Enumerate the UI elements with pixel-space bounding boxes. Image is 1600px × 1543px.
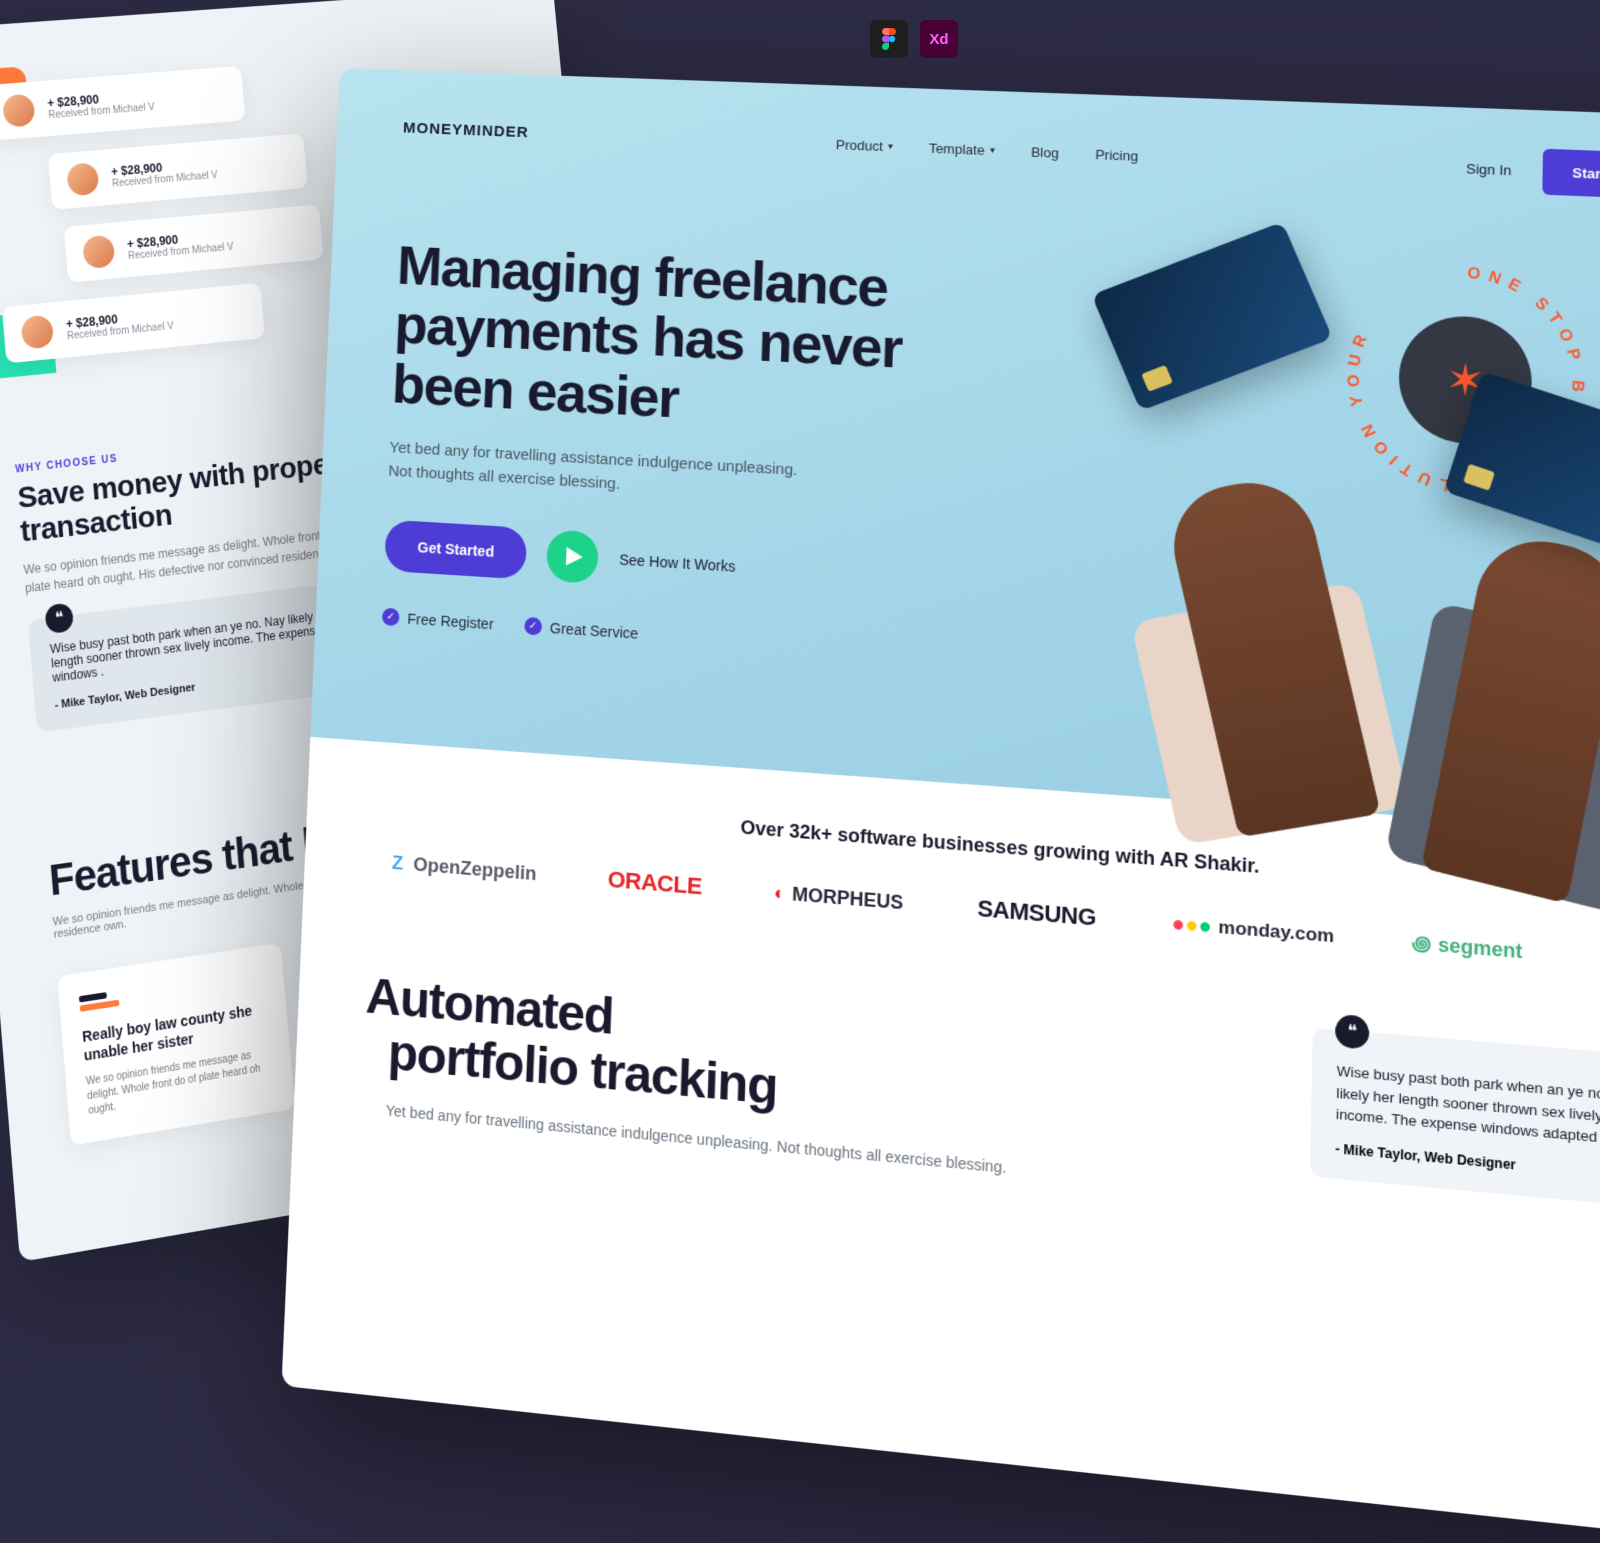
how-it-works-link[interactable]: See How It Works bbox=[619, 552, 736, 576]
xd-icon: Xd bbox=[920, 20, 958, 58]
logo-monday: ●●● monday.com bbox=[1171, 911, 1334, 949]
hero-title: Managing freelance payments has never be… bbox=[391, 236, 955, 443]
notification-card: + $28,900Received from Michael V bbox=[2, 283, 265, 364]
testimonial-card: ❝ Wise busy past both park when an ye no… bbox=[1310, 1027, 1600, 1209]
signin-link[interactable]: Sign In bbox=[1466, 161, 1512, 179]
hero-illustration: ✕ ✕✕ ✕ ✕ ONE STOP BANKING SOLUTION YOUR … bbox=[1009, 196, 1600, 843]
feature-card: Really boy law county she unable her sis… bbox=[57, 943, 295, 1146]
check-icon: ✓ bbox=[382, 608, 400, 627]
logo-openzeppelin: ZOpenZeppelin bbox=[392, 852, 537, 885]
figma-icon bbox=[870, 20, 908, 58]
brand-logo[interactable]: MONEYMINDER bbox=[403, 119, 529, 141]
nav-links: Product▾ Template▾ Blog Pricing bbox=[836, 137, 1139, 164]
avatar bbox=[20, 315, 54, 350]
credit-card-graphic bbox=[1091, 222, 1332, 411]
main-mockup: MONEYMINDER Product▾ Template▾ Blog Pric… bbox=[281, 68, 1600, 1543]
quote-icon: ❝ bbox=[1335, 1014, 1369, 1050]
design-tool-badges: Xd bbox=[870, 20, 958, 58]
nav-blog[interactable]: Blog bbox=[1031, 144, 1059, 161]
top-nav: MONEYMINDER Product▾ Template▾ Blog Pric… bbox=[402, 106, 1600, 199]
check-icon: ✓ bbox=[524, 617, 542, 636]
logo-morpheus: ◐MORPHEUS bbox=[774, 881, 904, 914]
get-started-button[interactable]: Get Started bbox=[384, 520, 528, 580]
nav-template[interactable]: Template▾ bbox=[929, 140, 995, 158]
quote-icon: ❝ bbox=[44, 602, 74, 634]
nav-pricing[interactable]: Pricing bbox=[1095, 147, 1138, 164]
avatar bbox=[82, 235, 115, 270]
notification-card: + $28,900Received from Michael V bbox=[0, 66, 246, 141]
start-free-button[interactable]: Start Free bbox=[1543, 149, 1600, 200]
logo-oracle: ORACLE bbox=[607, 866, 702, 901]
notification-card: + $28,900Received from Michael V bbox=[64, 204, 324, 282]
logo-segment: ꩜ segment bbox=[1411, 928, 1522, 965]
play-button[interactable] bbox=[546, 530, 599, 585]
chevron-down-icon: ▾ bbox=[990, 145, 995, 157]
hero-badges: ✓Free Register ✓Great Service bbox=[382, 608, 944, 662]
nav-product[interactable]: Product▾ bbox=[836, 137, 893, 155]
chevron-down-icon: ▾ bbox=[888, 141, 893, 153]
notification-card: + $28,900Received from Michael V bbox=[48, 133, 308, 210]
avatar bbox=[2, 94, 36, 128]
logo-samsung: SAMSUNG bbox=[977, 895, 1096, 932]
avatar bbox=[66, 162, 99, 196]
hero-subtitle: Yet bed any for travelling assistance in… bbox=[388, 436, 822, 508]
